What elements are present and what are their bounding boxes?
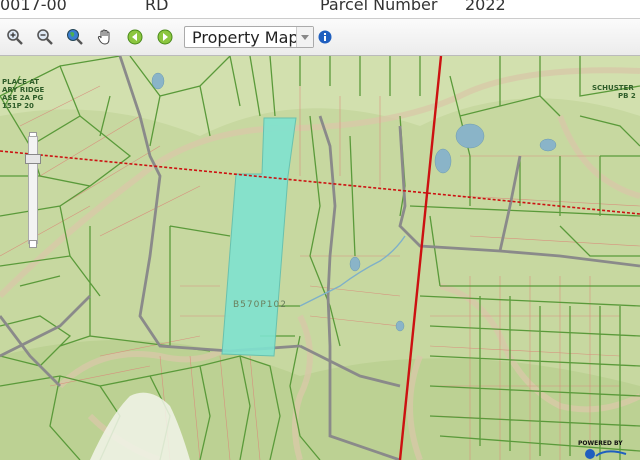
- zoom-slider-bottom[interactable]: [29, 240, 37, 248]
- zoom-in-icon[interactable]: [6, 28, 24, 46]
- powered-by-text: POWERED BY: [578, 440, 623, 447]
- map-toolbar: Property Map: [0, 19, 640, 56]
- zoom-slider-knob[interactable]: [25, 154, 41, 164]
- map-canvas[interactable]: [0, 56, 640, 460]
- road-suffix: RD: [145, 0, 169, 14]
- vendor-logo-icon: [585, 449, 627, 459]
- label-ne-line1: SCHUSTER: [592, 84, 634, 92]
- forward-icon[interactable]: [156, 28, 174, 46]
- info-icon[interactable]: [318, 29, 332, 44]
- property-map[interactable]: PLACE AT ARY RIDGE ASE 2A PG 151P 20 SCH…: [0, 56, 640, 460]
- layer-select[interactable]: Property Map: [184, 26, 314, 48]
- label-nw-line3: ASE 2A PG: [2, 94, 44, 102]
- chevron-down-icon[interactable]: [296, 27, 313, 47]
- zoom-out-icon[interactable]: [36, 28, 54, 46]
- back-icon[interactable]: [126, 28, 144, 46]
- label-nw-line1: PLACE AT: [2, 78, 40, 86]
- label-ne-subdivision: SCHUSTER PB 2: [592, 84, 636, 100]
- year-value: 2022: [465, 0, 506, 14]
- layer-select-value: Property Map: [192, 28, 299, 47]
- info-bar: 0017-00 RD Parcel Number 2022: [0, 0, 640, 19]
- globe-icon[interactable]: [66, 28, 84, 46]
- pan-hand-icon[interactable]: [96, 28, 114, 46]
- zoom-slider-track[interactable]: [28, 136, 38, 244]
- label-nw-line2: ARY RIDGE: [2, 86, 45, 94]
- label-nw-line4: 151P 20: [2, 102, 34, 110]
- parcel-number-label: Parcel Number: [320, 0, 438, 14]
- powered-by-badge: POWERED BY: [574, 440, 638, 460]
- parcel-id-label: B570P102: [233, 300, 287, 310]
- label-nw-subdivision: PLACE AT ARY RIDGE ASE 2A PG 151P 20: [2, 78, 44, 110]
- label-ne-line2: PB 2: [618, 92, 636, 100]
- account-number: 0017-00: [0, 0, 67, 14]
